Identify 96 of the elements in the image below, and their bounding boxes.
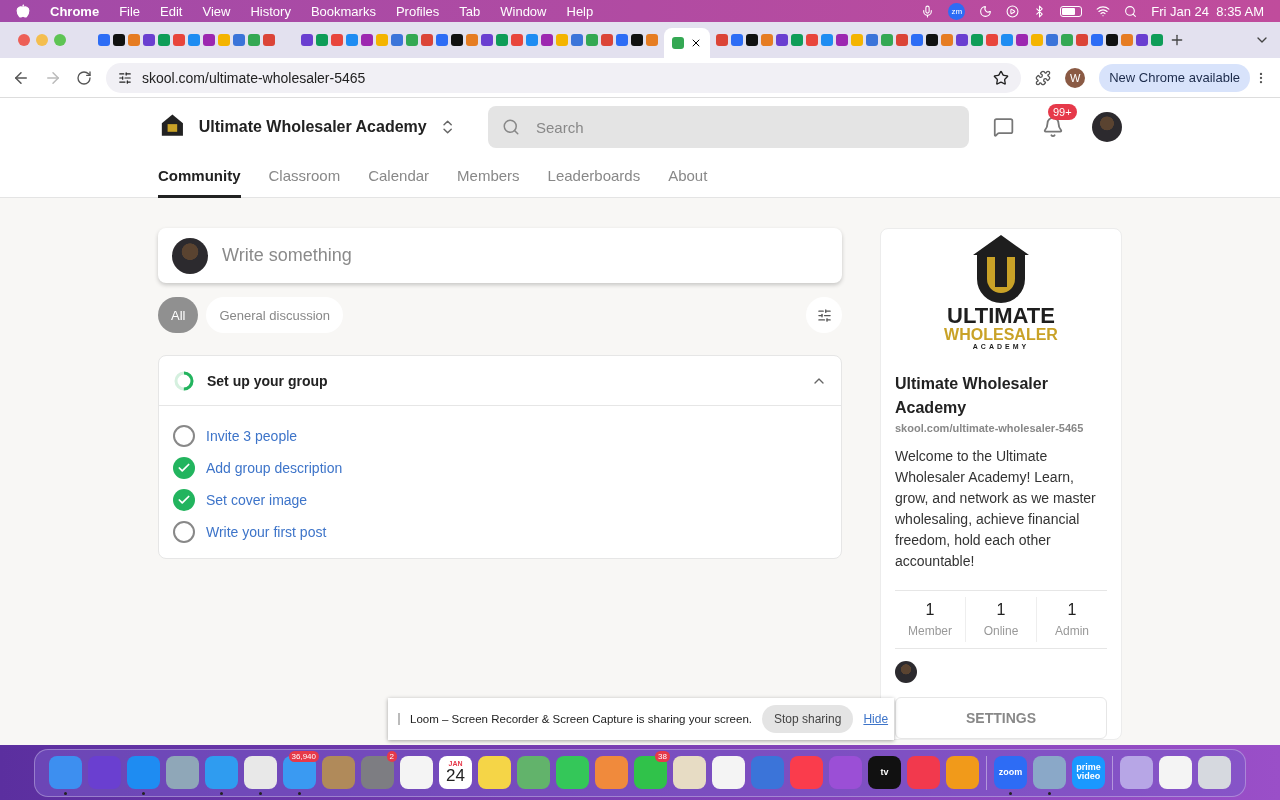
close-tab-icon[interactable] xyxy=(690,37,702,49)
task-link[interactable]: Invite 3 people xyxy=(206,428,298,444)
app-icon[interactable]: 2 xyxy=(358,750,397,795)
nav-tab[interactable]: Leaderboards xyxy=(547,156,641,198)
stat-value: 1 xyxy=(1067,601,1077,619)
favicon-icon[interactable] xyxy=(926,34,938,46)
notification-badge: 99+ xyxy=(1048,104,1077,120)
app-tile: prime video xyxy=(1072,755,1105,789)
logo-text: WHOLESALER xyxy=(944,327,1058,343)
stat-label: Member xyxy=(908,624,952,638)
filter-settings-button[interactable] xyxy=(806,297,842,333)
favicon-icon[interactable] xyxy=(113,34,125,46)
address-bar[interactable]: skool.com/ultimate-wholesaler-5465 xyxy=(106,62,1022,93)
task-checkbox[interactable] xyxy=(173,425,195,447)
favicon-icon[interactable] xyxy=(451,34,463,46)
group-name[interactable]: Ultimate Wholesaler Academy xyxy=(198,118,427,136)
url-text: skool.com/ultimate-wholesaler-5465 xyxy=(142,69,366,86)
group-title: Ultimate Wholesaler Academy xyxy=(895,374,1049,418)
stat-label: Online xyxy=(983,624,1019,638)
app-tile: tv xyxy=(868,755,901,789)
battery-icon[interactable] xyxy=(1060,5,1083,17)
zoom-status-icon[interactable]: zm xyxy=(948,2,966,20)
filter-chip[interactable]: General discussion xyxy=(206,297,343,333)
stop-sharing-button[interactable]: Stop sharing xyxy=(762,705,854,733)
reload-icon[interactable] xyxy=(76,69,92,86)
notification-badge: 38 xyxy=(655,750,670,762)
stat-value: 1 xyxy=(996,601,1006,619)
filter-chip[interactable]: All xyxy=(158,297,199,333)
nav-tab[interactable]: Classroom xyxy=(268,156,341,198)
task-checkbox[interactable] xyxy=(173,489,195,511)
user-avatar xyxy=(172,237,208,274)
microphone-icon[interactable] xyxy=(921,4,935,18)
notifications-icon[interactable] xyxy=(1042,116,1064,138)
logo-text: ULTIMATE xyxy=(947,305,1055,327)
app-icon[interactable]: tv xyxy=(865,750,904,795)
menu-item[interactable]: Edit xyxy=(160,3,183,19)
setup-title: Set up your group xyxy=(207,372,328,389)
group-url: skool.com/ultimate-wholesaler-5465 xyxy=(895,422,1085,434)
app-tile: zoom xyxy=(994,755,1027,789)
site-settings-icon[interactable] xyxy=(118,70,132,85)
stat-label: Admin xyxy=(1055,624,1089,638)
progress-ring-icon xyxy=(173,369,195,392)
sliders-icon xyxy=(816,307,832,323)
menu-clock[interactable]: Fri Jan 24 8:35 AM xyxy=(1151,3,1264,19)
menu-item[interactable]: Help xyxy=(566,3,594,19)
search-field[interactable]: Search xyxy=(488,106,969,148)
nav-tab[interactable]: Members xyxy=(457,156,520,198)
zoom-window-button[interactable] xyxy=(54,34,66,46)
update-chrome-button[interactable]: New Chrome available xyxy=(1099,63,1250,92)
user-avatar[interactable] xyxy=(1092,112,1122,142)
profile-avatar[interactable]: W xyxy=(1065,67,1086,88)
menu-item[interactable]: File xyxy=(119,3,141,19)
nav-tab[interactable]: Calendar xyxy=(368,156,430,198)
app-icon[interactable]: 38 xyxy=(631,750,670,795)
task-link[interactable]: Write your first post xyxy=(206,524,327,540)
wifi-icon[interactable] xyxy=(1096,4,1111,18)
settings-button[interactable]: SETTINGS xyxy=(895,697,1107,739)
nav-tab[interactable]: Community xyxy=(158,156,241,198)
bookmark-star-icon[interactable] xyxy=(993,69,1010,86)
search-icon xyxy=(502,118,520,136)
new-tab-icon[interactable] xyxy=(1169,32,1185,48)
sharing-message: Loom – Screen Recorder & Screen Capture is sharing your screen. xyxy=(410,713,752,725)
notification-badge: 2 xyxy=(386,750,397,762)
favicon-icon[interactable] xyxy=(1106,34,1118,46)
close-window-button[interactable] xyxy=(18,34,30,46)
calendar-day: 24 xyxy=(446,767,465,784)
menu-item[interactable]: Bookmarks xyxy=(310,3,376,19)
play-icon[interactable] xyxy=(1006,4,1020,18)
menu-item[interactable]: View xyxy=(202,3,231,19)
stat-value: 1 xyxy=(925,601,935,619)
moon-icon[interactable] xyxy=(979,4,993,18)
write-post-field[interactable]: Write something xyxy=(158,228,842,283)
apple-logo-icon[interactable] xyxy=(16,4,30,18)
menu-item[interactable]: Profiles xyxy=(395,3,440,19)
task-link[interactable]: Set cover image xyxy=(206,492,308,508)
favicon-icon[interactable] xyxy=(746,34,758,46)
favicon-icon[interactable] xyxy=(631,34,643,46)
app-icon[interactable]: prime video xyxy=(1069,750,1108,795)
checkmark-icon xyxy=(177,493,191,507)
task-checkbox[interactable] xyxy=(173,457,195,479)
menu-item[interactable]: Tab xyxy=(459,3,481,19)
menu-item[interactable]: History xyxy=(250,3,291,19)
notification-badge: 36,940 xyxy=(288,750,319,762)
menu-item[interactable]: Chrome xyxy=(50,3,100,19)
menu-item[interactable]: Window xyxy=(500,3,547,19)
task-checkbox[interactable] xyxy=(173,521,195,543)
hide-link[interactable]: Hide xyxy=(863,712,889,726)
task-link[interactable]: Add group description xyxy=(206,460,343,476)
nav-tab[interactable]: About xyxy=(668,156,708,198)
group-description: Welcome to the Ultimate Wholesaler Academy! Learn, grow, and network as we master wholesaling, achieve financial freedom, hold each other accountable! xyxy=(895,447,1097,571)
drag-handle[interactable] xyxy=(398,713,400,725)
search-icon[interactable] xyxy=(1124,4,1138,18)
checkmark-icon xyxy=(177,461,191,475)
chat-icon[interactable] xyxy=(992,116,1014,138)
member-avatar[interactable] xyxy=(895,661,917,683)
extensions-icon[interactable] xyxy=(1035,69,1052,86)
